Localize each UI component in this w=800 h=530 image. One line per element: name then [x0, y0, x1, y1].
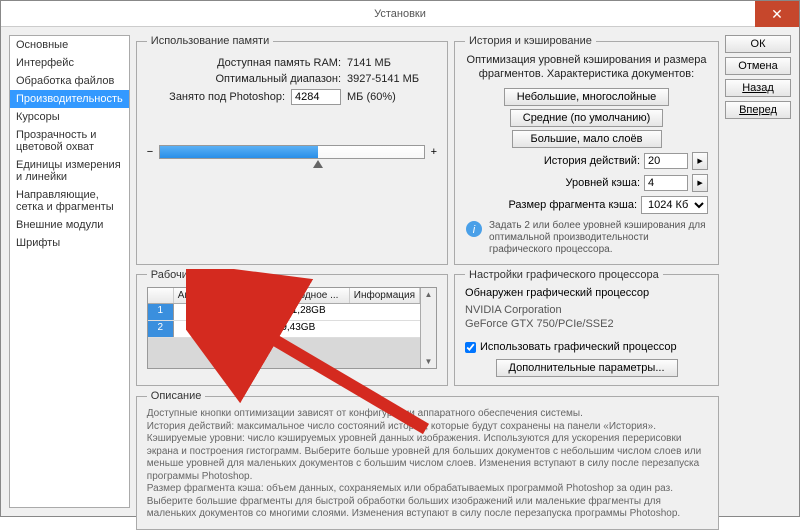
history-group: История и кэширование Оптимизация уровне… [454, 35, 719, 265]
sidebar-item-units[interactable]: Единицы измерения и линейки [10, 156, 129, 186]
sidebar-item-general[interactable]: Основные [10, 36, 129, 54]
scratch-disks-group: Рабочие диски Актив... Диск Свободное ..… [136, 269, 448, 387]
disks-legend: Рабочие диски [147, 269, 230, 281]
history-step-button[interactable]: ▶ [692, 152, 708, 170]
window-title: Установки [374, 8, 426, 20]
description-legend: Описание [147, 390, 206, 402]
memory-slider[interactable] [159, 145, 424, 159]
table-row[interactable]: 2 C:\ 19,43GB [148, 321, 420, 338]
ok-button[interactable]: ОК [725, 35, 791, 53]
disks-scrollbar[interactable]: ▲ ▼ [420, 288, 436, 368]
scroll-down-icon[interactable]: ▼ [425, 357, 433, 366]
table-row[interactable]: 1 D:\ 1131,28GB [148, 304, 420, 321]
sidebar-item-cursors[interactable]: Курсоры [10, 108, 129, 126]
gpu-model: GeForce GTX 750/PCIe/SSE2 [465, 317, 708, 331]
sidebar-item-type[interactable]: Шрифты [10, 234, 129, 252]
slider-plus[interactable]: + [431, 146, 437, 158]
gpu-group: Настройки графического процессора Обнару… [454, 269, 719, 387]
slider-fill [160, 146, 318, 158]
description-group: Описание Доступные кнопки оптимизации за… [136, 390, 719, 530]
gpu-legend: Настройки графического процессора [465, 269, 663, 281]
close-button[interactable]: ✕ [755, 1, 799, 27]
description-text: Доступные кнопки оптимизации зависят от … [147, 408, 708, 521]
disk-active-checkbox[interactable] [191, 322, 202, 333]
sidebar-item-transparency[interactable]: Прозрачность и цветовой охват [10, 126, 129, 156]
memory-legend: Использование памяти [147, 35, 273, 47]
tile-size-select[interactable]: 1024 Кб [641, 196, 708, 214]
tile-size-label: Размер фрагмента кэша: [508, 199, 637, 211]
cancel-button[interactable]: Отмена [725, 57, 791, 75]
memory-group: Использование памяти Доступная память RA… [136, 35, 448, 265]
preset-big-button[interactable]: Большие, мало слоёв [512, 130, 662, 148]
preset-small-button[interactable]: Небольшие, многослойные [504, 88, 670, 106]
history-desc-1: Оптимизация уровней кэширования и размер… [465, 53, 708, 67]
gpu-vendor: NVIDIA Corporation [465, 303, 708, 317]
use-gpu-checkbox[interactable] [465, 342, 476, 353]
scroll-up-icon[interactable]: ▲ [425, 290, 433, 299]
forward-button[interactable]: Вперед [725, 101, 791, 119]
dialog-buttons: ОК Отмена Назад Вперед [725, 35, 791, 508]
table-header: Актив... Диск Свободное ... Информация [148, 288, 420, 304]
gpu-detected-label: Обнаружен графический процессор [465, 287, 708, 299]
sidebar-item-interface[interactable]: Интерфейс [10, 54, 129, 72]
disk-active-checkbox[interactable] [191, 305, 202, 316]
col-active[interactable]: Актив... [174, 288, 220, 303]
used-label: Занято под Photoshop: [169, 91, 285, 103]
sidebar-item-file-handling[interactable]: Обработка файлов [10, 72, 129, 90]
col-info[interactable]: Информация [350, 288, 420, 303]
slider-thumb-icon[interactable] [313, 160, 323, 168]
ideal-range-label: Оптимальный диапазон: [216, 73, 342, 85]
history-legend: История и кэширование [465, 35, 596, 47]
sidebar-item-guides[interactable]: Направляющие, сетка и фрагменты [10, 186, 129, 216]
sidebar-item-performance[interactable]: Производительность [10, 90, 129, 108]
history-desc-2: фрагментов. Характеристика документов: [465, 67, 708, 81]
col-free[interactable]: Свободное ... [272, 288, 350, 303]
slider-minus[interactable]: − [147, 146, 153, 158]
titlebar: Установки ✕ [1, 1, 799, 27]
history-states-input[interactable] [644, 153, 688, 169]
back-button[interactable]: Назад [725, 79, 791, 97]
available-ram-value: 7141 МБ [347, 57, 437, 69]
preset-default-button[interactable]: Средние (по умолчанию) [510, 109, 664, 127]
disks-table: Актив... Диск Свободное ... Информация 1… [147, 287, 437, 369]
use-gpu-label: Использовать графический процессор [480, 341, 677, 353]
used-suffix: МБ (60%) [347, 91, 437, 103]
cache-levels-input[interactable] [644, 175, 688, 191]
available-ram-label: Доступная память RAM: [217, 57, 341, 69]
preferences-sidebar: Основные Интерфейс Обработка файлов Прои… [9, 35, 130, 508]
sidebar-item-plugins[interactable]: Внешние модули [10, 216, 129, 234]
cache-levels-label: Уровней кэша: [566, 177, 641, 189]
cache-step-button[interactable]: ▶ [692, 174, 708, 192]
cache-info-text: Задать 2 или более уровней кэширования д… [489, 220, 708, 256]
memory-input[interactable] [291, 89, 341, 105]
gpu-advanced-button[interactable]: Дополнительные параметры... [496, 359, 678, 377]
ideal-range-value: 3927-5141 МБ [347, 73, 437, 85]
history-states-label: История действий: [544, 155, 640, 167]
info-icon: i [465, 220, 483, 238]
col-num [148, 288, 174, 303]
col-disk[interactable]: Диск [220, 288, 272, 303]
